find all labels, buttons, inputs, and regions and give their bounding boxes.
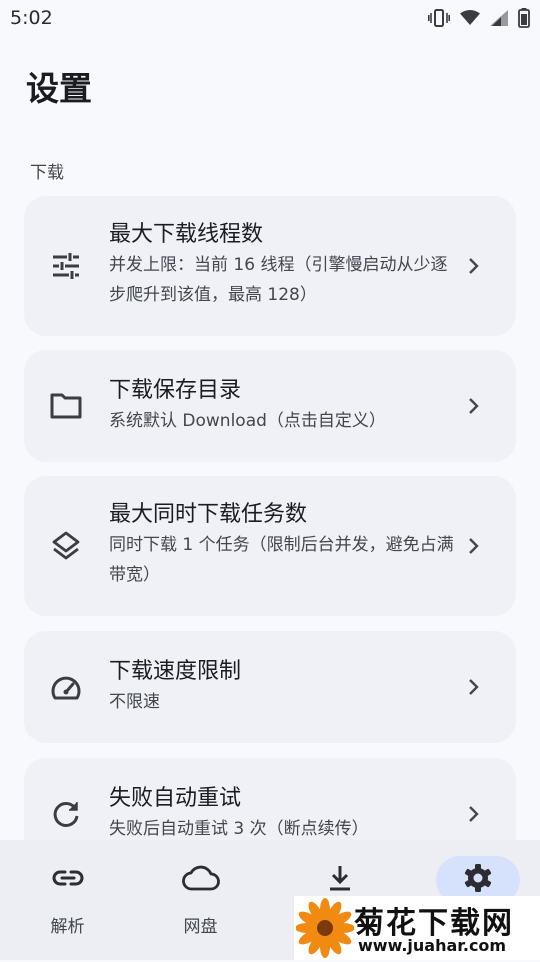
- watermark-url: www.juahar.com: [358, 936, 507, 955]
- setting-subtitle: 系统默认 Download（点击自定义）: [109, 411, 386, 431]
- setting-subtitle: 并发上限：当前 16 线程（引擎慢启动从少逐步爬升到该值，最高 128）: [109, 255, 448, 305]
- link-icon: [52, 869, 84, 891]
- cloud-icon: [181, 865, 220, 895]
- section-label-download: 下载: [30, 163, 64, 183]
- setting-subtitle: 同时下载 1 个任务（限制后台并发，避免占满带宽）: [109, 535, 454, 585]
- speedometer-icon: [50, 672, 82, 704]
- chevron-right-icon: [464, 256, 484, 276]
- nav-label: 网盘: [183, 917, 218, 937]
- setting-title: 失败自动重试: [109, 786, 242, 811]
- setting-text: 最大同时下载任务数 同时下载 1 个任务（限制后台并发，避免占满带宽）: [109, 500, 458, 590]
- sliders-icon: [50, 250, 82, 282]
- nav-label: 解析: [50, 917, 85, 937]
- watermark: 菊花下载网 www.juahar.com: [294, 896, 540, 960]
- signal-icon: [490, 10, 508, 26]
- setting-speed-limit[interactable]: 下载速度限制 不限速: [24, 631, 516, 743]
- battery-icon: [518, 8, 530, 28]
- wifi-icon: [460, 10, 480, 26]
- setting-download-dir[interactable]: 下载保存目录 系统默认 Download（点击自定义）: [24, 350, 516, 462]
- status-bar: 5:02: [0, 0, 540, 36]
- setting-text: 下载保存目录 系统默认 Download（点击自定义）: [109, 376, 458, 436]
- retry-icon: [50, 798, 82, 830]
- chevron-right-icon: [464, 804, 484, 824]
- flower-logo-icon: [295, 898, 355, 962]
- setting-title: 最大下载线程数: [109, 222, 264, 247]
- nav-item-cloud[interactable]: 网盘: [133, 840, 268, 960]
- chevron-right-icon: [464, 396, 484, 416]
- status-icons: [428, 8, 530, 28]
- layers-icon: [50, 530, 82, 562]
- folder-icon: [50, 390, 82, 422]
- settings-icon: [463, 863, 493, 897]
- setting-text: 最大下载线程数 并发上限：当前 16 线程（引擎慢启动从少逐步爬升到该值，最高 …: [109, 220, 458, 310]
- setting-title: 最大同时下载任务数: [109, 502, 308, 527]
- setting-max-tasks[interactable]: 最大同时下载任务数 同时下载 1 个任务（限制后台并发，避免占满带宽）: [24, 476, 516, 616]
- page-title: 设置: [26, 69, 92, 108]
- nav-icon-container: [26, 856, 110, 904]
- setting-title: 下载保存目录: [109, 378, 242, 403]
- setting-max-threads[interactable]: 最大下载线程数 并发上限：当前 16 线程（引擎慢启动从少逐步爬升到该值，最高 …: [24, 196, 516, 336]
- setting-title: 下载速度限制: [109, 659, 242, 684]
- status-time: 5:02: [10, 7, 53, 29]
- nav-item-parse[interactable]: 解析: [0, 840, 135, 960]
- nav-icon-container: [159, 856, 243, 904]
- setting-text: 失败自动重试 失败后自动重试 3 次（断点续传）: [109, 784, 458, 844]
- chevron-right-icon: [464, 536, 484, 556]
- chevron-right-icon: [464, 677, 484, 697]
- setting-subtitle: 不限速: [109, 692, 160, 712]
- download-icon: [327, 864, 353, 896]
- setting-text: 下载速度限制 不限速: [109, 657, 458, 717]
- vibrate-icon: [428, 9, 450, 27]
